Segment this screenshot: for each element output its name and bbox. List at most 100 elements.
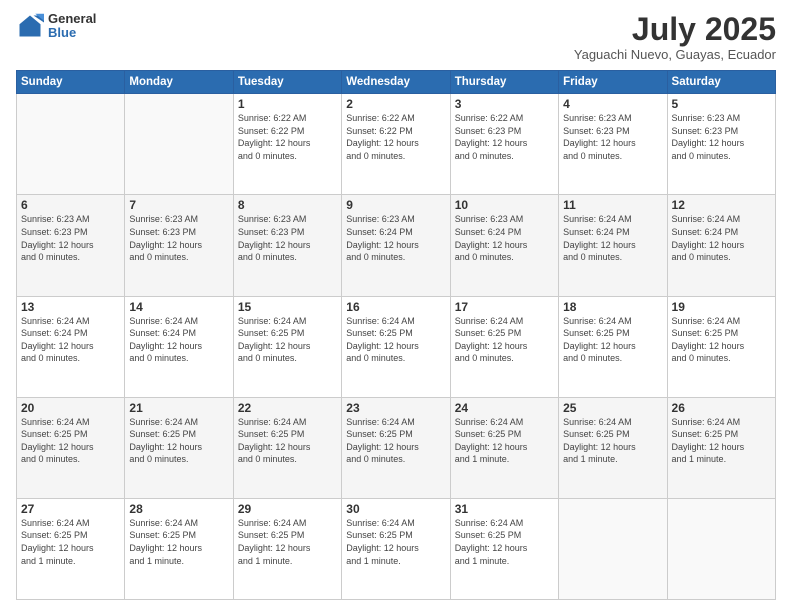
day-info: Sunrise: 6:24 AM Sunset: 6:25 PM Dayligh… [563,416,662,466]
calendar-cell: 23Sunrise: 6:24 AM Sunset: 6:25 PM Dayli… [342,397,450,498]
calendar-day-header: Friday [559,71,667,94]
calendar-cell: 2Sunrise: 6:22 AM Sunset: 6:22 PM Daylig… [342,94,450,195]
day-info: Sunrise: 6:23 AM Sunset: 6:23 PM Dayligh… [129,213,228,263]
day-info: Sunrise: 6:22 AM Sunset: 6:22 PM Dayligh… [346,112,445,162]
day-number: 20 [21,401,120,415]
day-number: 27 [21,502,120,516]
calendar-cell: 12Sunrise: 6:24 AM Sunset: 6:24 PM Dayli… [667,195,775,296]
day-number: 18 [563,300,662,314]
calendar-day-header: Tuesday [233,71,341,94]
logo-blue-text: Blue [48,26,96,40]
location: Yaguachi Nuevo, Guayas, Ecuador [574,47,776,62]
day-info: Sunrise: 6:24 AM Sunset: 6:25 PM Dayligh… [129,416,228,466]
day-info: Sunrise: 6:23 AM Sunset: 6:23 PM Dayligh… [672,112,771,162]
calendar-cell: 17Sunrise: 6:24 AM Sunset: 6:25 PM Dayli… [450,296,558,397]
day-info: Sunrise: 6:24 AM Sunset: 6:25 PM Dayligh… [672,315,771,365]
calendar-cell: 4Sunrise: 6:23 AM Sunset: 6:23 PM Daylig… [559,94,667,195]
calendar-cell [667,498,775,599]
logo: General Blue [16,12,96,41]
header: General Blue July 2025 Yaguachi Nuevo, G… [16,12,776,62]
calendar-cell: 28Sunrise: 6:24 AM Sunset: 6:25 PM Dayli… [125,498,233,599]
day-info: Sunrise: 6:24 AM Sunset: 6:25 PM Dayligh… [21,517,120,567]
calendar-cell [125,94,233,195]
day-info: Sunrise: 6:23 AM Sunset: 6:23 PM Dayligh… [238,213,337,263]
day-number: 12 [672,198,771,212]
calendar-cell: 26Sunrise: 6:24 AM Sunset: 6:25 PM Dayli… [667,397,775,498]
day-info: Sunrise: 6:24 AM Sunset: 6:25 PM Dayligh… [563,315,662,365]
day-info: Sunrise: 6:23 AM Sunset: 6:23 PM Dayligh… [21,213,120,263]
day-number: 11 [563,198,662,212]
day-info: Sunrise: 6:24 AM Sunset: 6:25 PM Dayligh… [21,416,120,466]
day-number: 22 [238,401,337,415]
day-info: Sunrise: 6:24 AM Sunset: 6:25 PM Dayligh… [129,517,228,567]
day-info: Sunrise: 6:23 AM Sunset: 6:24 PM Dayligh… [455,213,554,263]
day-info: Sunrise: 6:24 AM Sunset: 6:25 PM Dayligh… [238,416,337,466]
calendar-cell [17,94,125,195]
calendar-cell: 21Sunrise: 6:24 AM Sunset: 6:25 PM Dayli… [125,397,233,498]
calendar-day-header: Thursday [450,71,558,94]
day-info: Sunrise: 6:22 AM Sunset: 6:22 PM Dayligh… [238,112,337,162]
calendar-cell: 7Sunrise: 6:23 AM Sunset: 6:23 PM Daylig… [125,195,233,296]
calendar-cell: 22Sunrise: 6:24 AM Sunset: 6:25 PM Dayli… [233,397,341,498]
calendar-cell: 20Sunrise: 6:24 AM Sunset: 6:25 PM Dayli… [17,397,125,498]
day-number: 2 [346,97,445,111]
day-number: 15 [238,300,337,314]
day-info: Sunrise: 6:24 AM Sunset: 6:24 PM Dayligh… [21,315,120,365]
day-number: 26 [672,401,771,415]
day-info: Sunrise: 6:24 AM Sunset: 6:25 PM Dayligh… [455,315,554,365]
calendar-week-row: 27Sunrise: 6:24 AM Sunset: 6:25 PM Dayli… [17,498,776,599]
day-number: 3 [455,97,554,111]
day-info: Sunrise: 6:24 AM Sunset: 6:25 PM Dayligh… [455,517,554,567]
calendar-week-row: 6Sunrise: 6:23 AM Sunset: 6:23 PM Daylig… [17,195,776,296]
day-info: Sunrise: 6:24 AM Sunset: 6:25 PM Dayligh… [672,416,771,466]
day-number: 10 [455,198,554,212]
day-number: 8 [238,198,337,212]
day-number: 5 [672,97,771,111]
calendar-cell: 10Sunrise: 6:23 AM Sunset: 6:24 PM Dayli… [450,195,558,296]
calendar-week-row: 1Sunrise: 6:22 AM Sunset: 6:22 PM Daylig… [17,94,776,195]
day-number: 23 [346,401,445,415]
day-number: 1 [238,97,337,111]
day-info: Sunrise: 6:23 AM Sunset: 6:23 PM Dayligh… [563,112,662,162]
calendar-day-header: Sunday [17,71,125,94]
day-info: Sunrise: 6:24 AM Sunset: 6:25 PM Dayligh… [455,416,554,466]
day-info: Sunrise: 6:24 AM Sunset: 6:24 PM Dayligh… [563,213,662,263]
calendar-day-header: Saturday [667,71,775,94]
logo-icon [16,12,44,40]
calendar-cell: 11Sunrise: 6:24 AM Sunset: 6:24 PM Dayli… [559,195,667,296]
day-info: Sunrise: 6:24 AM Sunset: 6:24 PM Dayligh… [672,213,771,263]
title-block: July 2025 Yaguachi Nuevo, Guayas, Ecuado… [574,12,776,62]
calendar-cell: 15Sunrise: 6:24 AM Sunset: 6:25 PM Dayli… [233,296,341,397]
calendar-week-row: 13Sunrise: 6:24 AM Sunset: 6:24 PM Dayli… [17,296,776,397]
day-number: 25 [563,401,662,415]
calendar-table: SundayMondayTuesdayWednesdayThursdayFrid… [16,70,776,600]
page: General Blue July 2025 Yaguachi Nuevo, G… [0,0,792,612]
calendar-cell: 29Sunrise: 6:24 AM Sunset: 6:25 PM Dayli… [233,498,341,599]
calendar-cell: 27Sunrise: 6:24 AM Sunset: 6:25 PM Dayli… [17,498,125,599]
calendar-week-row: 20Sunrise: 6:24 AM Sunset: 6:25 PM Dayli… [17,397,776,498]
calendar-cell: 5Sunrise: 6:23 AM Sunset: 6:23 PM Daylig… [667,94,775,195]
calendar-cell: 6Sunrise: 6:23 AM Sunset: 6:23 PM Daylig… [17,195,125,296]
day-number: 4 [563,97,662,111]
calendar-cell: 18Sunrise: 6:24 AM Sunset: 6:25 PM Dayli… [559,296,667,397]
calendar-cell: 3Sunrise: 6:22 AM Sunset: 6:23 PM Daylig… [450,94,558,195]
calendar-cell: 8Sunrise: 6:23 AM Sunset: 6:23 PM Daylig… [233,195,341,296]
day-number: 9 [346,198,445,212]
day-number: 17 [455,300,554,314]
calendar-cell: 31Sunrise: 6:24 AM Sunset: 6:25 PM Dayli… [450,498,558,599]
day-info: Sunrise: 6:24 AM Sunset: 6:24 PM Dayligh… [129,315,228,365]
calendar-cell: 13Sunrise: 6:24 AM Sunset: 6:24 PM Dayli… [17,296,125,397]
day-number: 21 [129,401,228,415]
calendar-cell: 1Sunrise: 6:22 AM Sunset: 6:22 PM Daylig… [233,94,341,195]
day-number: 30 [346,502,445,516]
day-number: 29 [238,502,337,516]
day-info: Sunrise: 6:24 AM Sunset: 6:25 PM Dayligh… [238,517,337,567]
calendar-cell: 30Sunrise: 6:24 AM Sunset: 6:25 PM Dayli… [342,498,450,599]
calendar-cell: 19Sunrise: 6:24 AM Sunset: 6:25 PM Dayli… [667,296,775,397]
calendar-day-header: Monday [125,71,233,94]
calendar-cell: 14Sunrise: 6:24 AM Sunset: 6:24 PM Dayli… [125,296,233,397]
day-number: 19 [672,300,771,314]
day-info: Sunrise: 6:24 AM Sunset: 6:25 PM Dayligh… [238,315,337,365]
day-info: Sunrise: 6:24 AM Sunset: 6:25 PM Dayligh… [346,517,445,567]
day-number: 7 [129,198,228,212]
